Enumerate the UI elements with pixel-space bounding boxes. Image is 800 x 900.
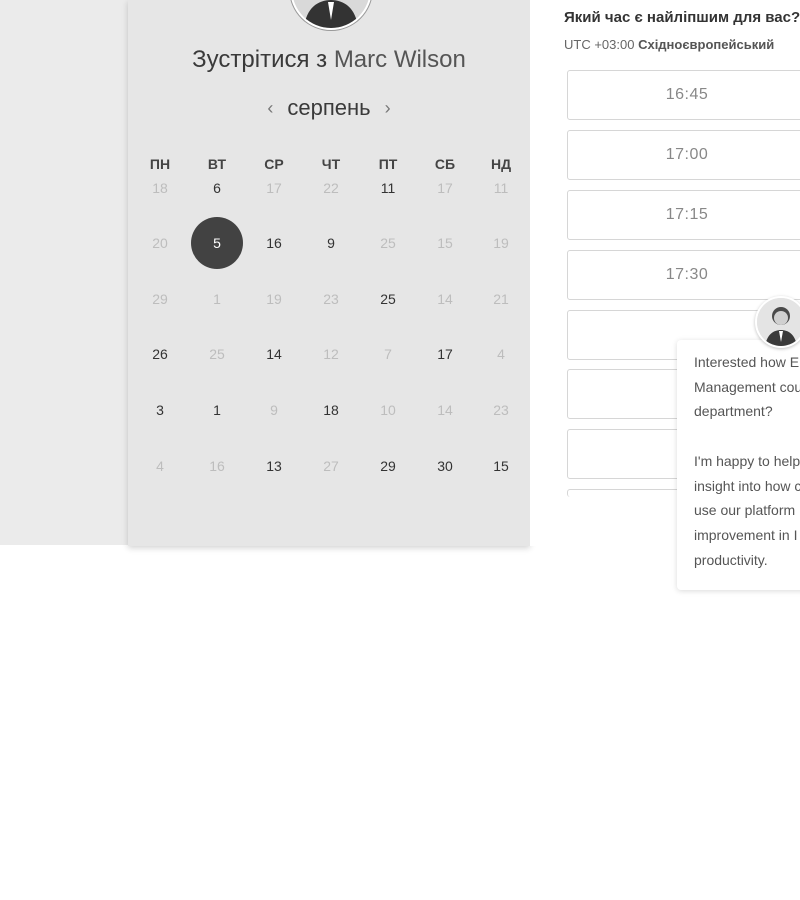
time-slot-button[interactable]: 17:00 [567, 130, 800, 180]
time-question: Який час є найліпшим для вас? [564, 9, 800, 26]
calendar-day[interactable]: 26 [140, 344, 180, 364]
time-slot-button[interactable]: 17:15 [567, 190, 800, 240]
calendar-day: 4 [497, 346, 505, 362]
calendar-day[interactable]: 15 [481, 456, 521, 476]
calendar-day: 17 [437, 180, 453, 196]
weekday-header: СР [264, 156, 284, 172]
calendar-day: 27 [323, 458, 339, 474]
page-background [0, 0, 130, 545]
calendar-day: 20 [152, 235, 168, 251]
calendar-day: 18 [152, 180, 168, 196]
timezone-offset: UTC +03:00 [564, 37, 635, 52]
calendar-day-selected[interactable]: 5 [191, 217, 243, 269]
weekday-header: ПН [149, 156, 171, 172]
meeting-title-prefix: Зустрітися з [192, 46, 328, 73]
time-slot-button[interactable]: 17:30 [567, 250, 800, 300]
calendar-day: 15 [437, 235, 453, 251]
calendar-day: 25 [209, 346, 225, 362]
calendar-day: 23 [323, 291, 339, 307]
chat-message: Interested how E Management cou departme… [694, 354, 800, 568]
meeting-title: Зустрітися з Marc Wilson [128, 46, 530, 74]
next-month-icon[interactable]: › [385, 98, 391, 119]
current-month: серпень [287, 95, 371, 120]
calendar-day: 10 [380, 402, 396, 418]
chat-agent-avatar[interactable] [755, 296, 800, 348]
calendar-day: 9 [270, 402, 278, 418]
calendar-day[interactable]: 3 [140, 400, 180, 420]
calendar-day[interactable]: 30 [425, 456, 465, 476]
prev-month-icon[interactable]: ‹ [267, 98, 273, 119]
weekday-header: НД [490, 156, 512, 172]
calendar-day: 11 [493, 180, 509, 196]
calendar-day: 17 [266, 180, 282, 196]
weekday-header: ПТ [378, 156, 398, 172]
time-slot-button[interactable]: 16:45 [567, 70, 800, 120]
calendar-day: 1 [213, 291, 221, 307]
calendar-day: 14 [437, 291, 453, 307]
calendar-day[interactable]: 9 [311, 233, 351, 253]
month-navigation: ‹ серпень › [128, 95, 530, 121]
calendar-day: 22 [323, 180, 339, 196]
calendar-day[interactable]: 11 [368, 178, 408, 198]
weekday-header: СБ [434, 156, 456, 172]
weekday-header: ЧТ [321, 156, 341, 172]
calendar-day: 21 [493, 291, 509, 307]
calendar-day: 16 [209, 458, 225, 474]
timezone-label: UTC +03:00 Східноєвропейський [564, 37, 800, 52]
calendar-day[interactable]: 1 [197, 400, 237, 420]
calendar-day: 4 [156, 458, 164, 474]
calendar-day: 19 [493, 235, 509, 251]
weekday-header: ВТ [207, 156, 227, 172]
calendar-day[interactable]: 29 [368, 456, 408, 476]
calendar-day: 23 [493, 402, 509, 418]
calendar-day: 29 [152, 291, 168, 307]
calendar-day: 14 [437, 402, 453, 418]
calendar-day[interactable]: 16 [254, 233, 294, 253]
calendar-day[interactable]: 6 [197, 178, 237, 198]
calendar-day[interactable]: 14 [254, 344, 294, 364]
calendar-day: 7 [384, 346, 392, 362]
calendar-day[interactable]: 13 [254, 456, 294, 476]
calendar-day[interactable]: 18 [311, 400, 351, 420]
calendar-day[interactable]: 25 [368, 289, 408, 309]
host-name: Marc Wilson [333, 46, 466, 73]
calendar-day: 25 [380, 235, 396, 251]
calendar-day: 12 [323, 346, 339, 362]
timezone-name: Східноєвропейський [638, 37, 775, 52]
chat-popup[interactable]: Interested how E Management cou departme… [677, 340, 800, 590]
calendar-day: 19 [266, 291, 282, 307]
calendar-day[interactable]: 17 [425, 344, 465, 364]
